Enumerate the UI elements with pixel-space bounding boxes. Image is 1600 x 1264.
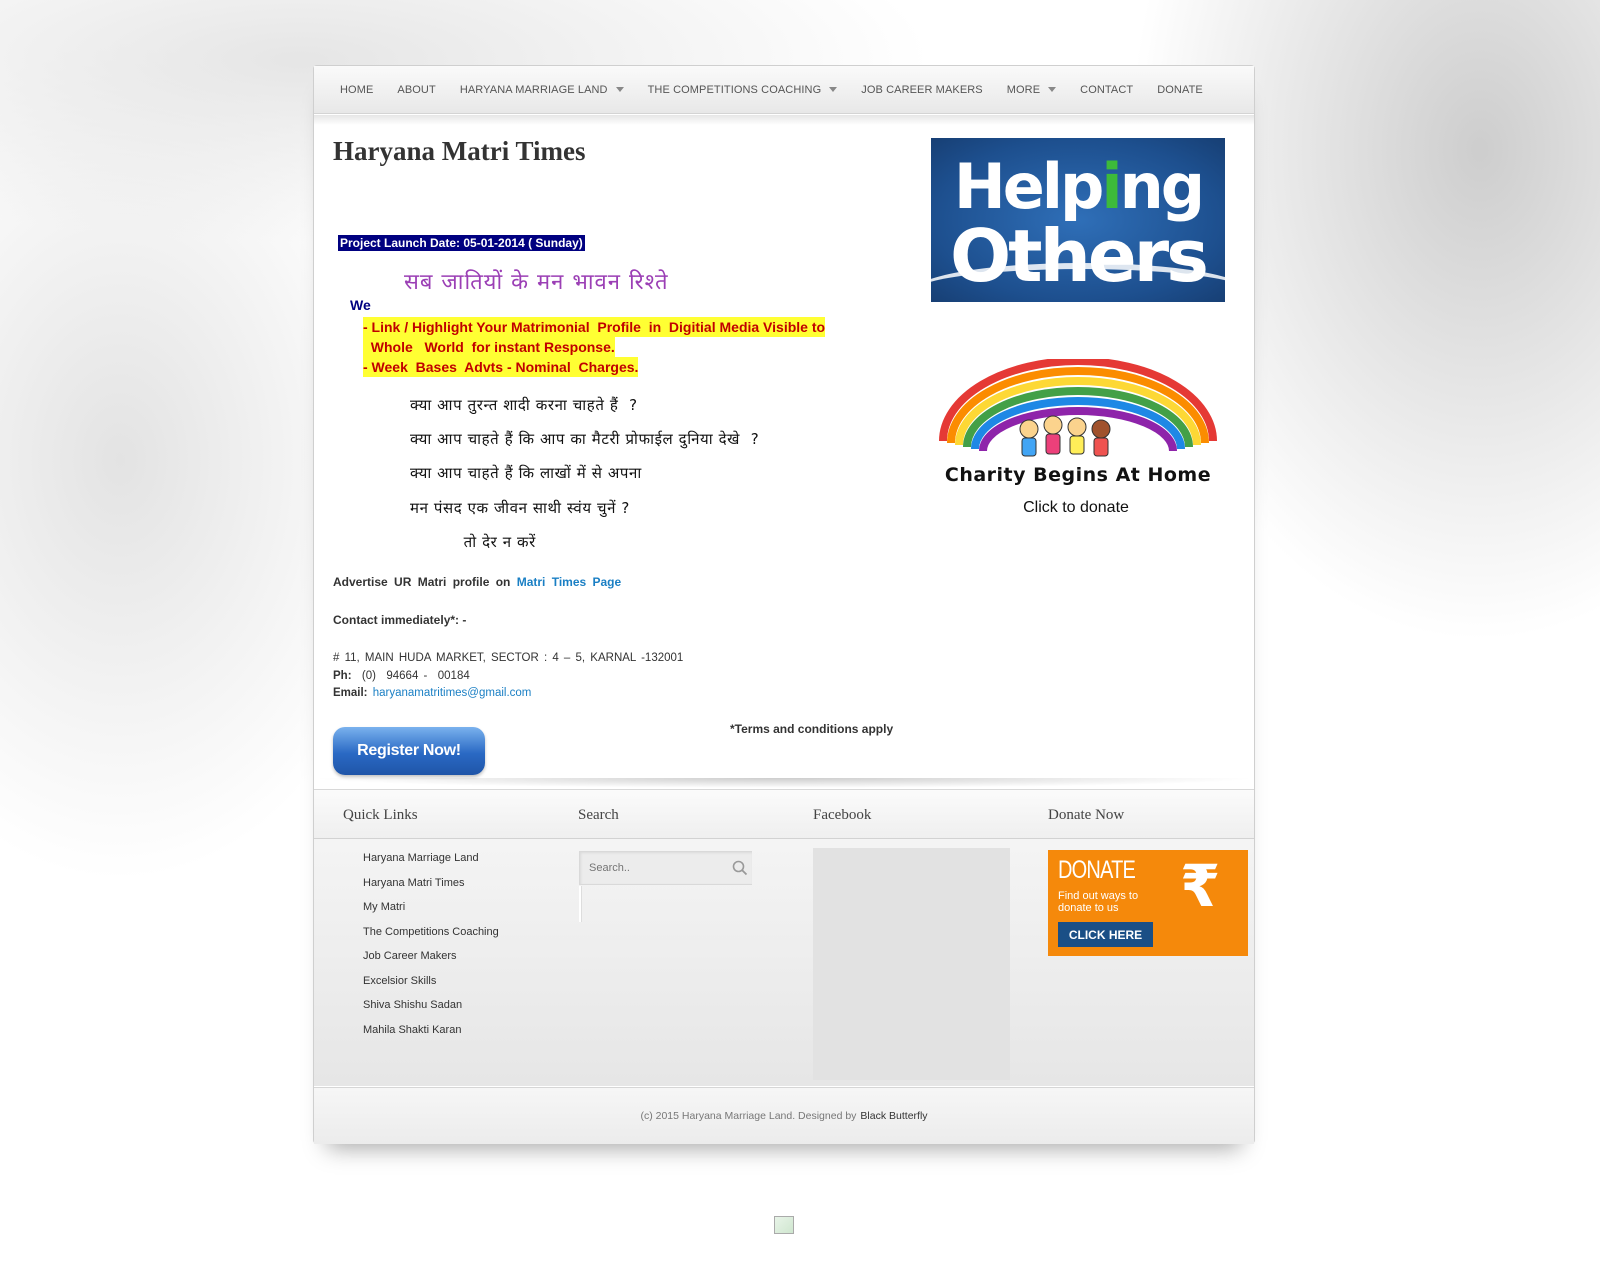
rupee-icon: ₹ [1180,852,1221,920]
facebook-widget [813,848,1010,1080]
helping-part-c: ng [1119,150,1206,223]
search-divider [579,886,582,922]
quick-link[interactable]: Shiva Shishu Sadan [363,999,499,1024]
hindi-heading: सब जातियों के मन भावन रिश्ते [404,270,669,295]
page-container: HOME ABOUT HARYANA MARRIAGE LAND THE COM… [313,65,1255,1144]
hindi-question-1: क्या आप तुरन्त शादी करना चाहते हैं ? [410,396,638,414]
donate-now-heading: Donate Now [1048,807,1125,823]
highlight-line-2: Whole World for instant Response. [363,337,615,357]
charity-donate-banner[interactable]: Charity Begins At Home Click to donate [931,359,1225,524]
nav-contact-label: CONTACT [1080,83,1134,96]
helping-part-b: i [1101,150,1122,223]
hindi-question-5: तो देर न करें [410,533,536,551]
search-input[interactable] [580,852,725,884]
we-label: We [350,297,371,313]
hindi-question-3: क्या आप चाहते हैं कि लाखों में से अपना [410,464,642,482]
highlight-line-3: - Week Bases Advts - Nominal Charges. [363,357,639,377]
copyright-bar: (c) 2015 Haryana Marriage Land. Designed… [314,1087,1254,1144]
footer-widgets: Quick Links Search Facebook Donate Now H… [314,789,1254,1086]
quick-links-heading: Quick Links [343,807,418,823]
email-line: Email: haryanamatritimes@gmail.com [333,685,683,703]
quick-link[interactable]: Haryana Matri Times [363,877,499,902]
donate-banner[interactable]: DONATE Find out ways to donate to us ₹ C… [1048,850,1248,956]
click-here-button[interactable]: CLICK HERE [1058,922,1153,947]
search-icon[interactable] [732,860,748,876]
nav-job-career-makers-label: JOB CAREER MAKERS [861,83,983,96]
terms-note: *Terms and conditions apply [730,722,894,736]
quick-link[interactable]: Mahila Shakti Karan [363,1024,499,1049]
children-icon [1019,415,1111,457]
page-title: Haryana Matri Times [333,136,586,166]
email-label: Email: [333,687,368,699]
search-heading: Search [578,807,619,823]
matri-times-page-link[interactable]: Matri Times Page [517,575,621,589]
rainbow-icon [939,359,1217,457]
hindi-question-4: मन पंसद एक जीवन साथी स्वंय चुनें ? [410,499,630,517]
donate-banner-subtitle: Find out ways to donate to us [1058,890,1139,914]
nav-competitions-coaching-label: THE COMPETITIONS COACHING [647,83,822,96]
click-to-donate[interactable]: Click to donate [931,499,1221,517]
nav-donate[interactable]: DONATE [1145,66,1215,114]
designer-link[interactable]: Black Butterfly [860,1110,927,1122]
launch-date: Project Launch Date: 05-01-2014 ( Sunday… [338,235,585,251]
nav-home-label: HOME [340,83,374,96]
nav-contact[interactable]: CONTACT [1068,66,1145,114]
helping-others-banner[interactable]: Helping Others [931,138,1225,302]
chevron-down-icon [615,87,624,92]
hindi-question-2: क्या आप चाहते हैं कि आप का मैटरी प्रोफाई… [410,430,760,448]
quick-link[interactable]: Haryana Marriage Land [363,852,499,877]
quick-links-list: Haryana Marriage Land Haryana Matri Time… [363,852,499,1048]
nav-haryana-marriage-land[interactable]: HARYANA MARRIAGE LAND [448,66,636,114]
nav-shadow [314,115,1254,125]
email-link[interactable]: haryanamatritimes@gmail.com [373,687,532,699]
charity-text: Charity Begins At Home [944,464,1212,486]
quick-link[interactable]: My Matri [363,901,499,926]
contact-immediately: Contact immediately*: - [333,613,467,627]
phone-line: Ph: (0) 94664 - 00184 [333,668,683,686]
nav-more-label: MORE [1006,83,1041,96]
nav-about[interactable]: ABOUT [385,66,447,114]
donate-banner-title: DONATE [1058,856,1136,884]
chevron-down-icon [829,87,838,92]
register-now-button[interactable]: Register Now! [333,727,485,775]
phone-label: Ph: [333,669,352,682]
highlight-line-1: - Link / Highlight Your Matrimonial Prof… [363,317,826,337]
nav-home[interactable]: HOME [328,66,385,114]
nav-job-career-makers[interactable]: JOB CAREER MAKERS [849,66,995,114]
copyright-text: (c) 2015 Haryana Marriage Land. Designed… [640,1110,857,1122]
helping-word: Helping [931,150,1225,223]
quick-link[interactable]: Job Career Makers [363,950,499,975]
search-widget [579,851,752,885]
footer-heading-row: Quick Links Search Facebook Donate Now [314,790,1254,839]
swoop-decoration [931,263,1225,302]
nav-about-label: ABOUT [397,83,436,96]
main-nav: HOME ABOUT HARYANA MARRIAGE LAND THE COM… [314,66,1254,114]
helping-part-a: Help [953,150,1105,223]
nav-competitions-coaching[interactable]: THE COMPETITIONS COACHING [636,66,850,114]
nav-haryana-marriage-land-label: HARYANA MARRIAGE LAND [459,83,608,96]
broken-image-icon [774,1216,794,1234]
nav-more[interactable]: MORE [995,66,1068,114]
advertise-text: Advertise UR Matri profile on [333,575,511,589]
nav-donate-label: DONATE [1157,83,1203,96]
facebook-heading: Facebook [813,807,872,823]
quick-link[interactable]: Excelsior Skills [363,975,499,1000]
phone-value: (0) 94664 - 00184 [351,669,470,682]
address-block: # 11, MAIN HUDA MARKET, SECTOR : 4 – 5, … [333,650,683,703]
advertise-line: Advertise UR Matri profile on Matri Time… [333,575,621,589]
chevron-down-icon [1048,87,1057,92]
address-line: # 11, MAIN HUDA MARKET, SECTOR : 4 – 5, … [333,652,684,664]
quick-link[interactable]: The Competitions Coaching [363,926,499,951]
